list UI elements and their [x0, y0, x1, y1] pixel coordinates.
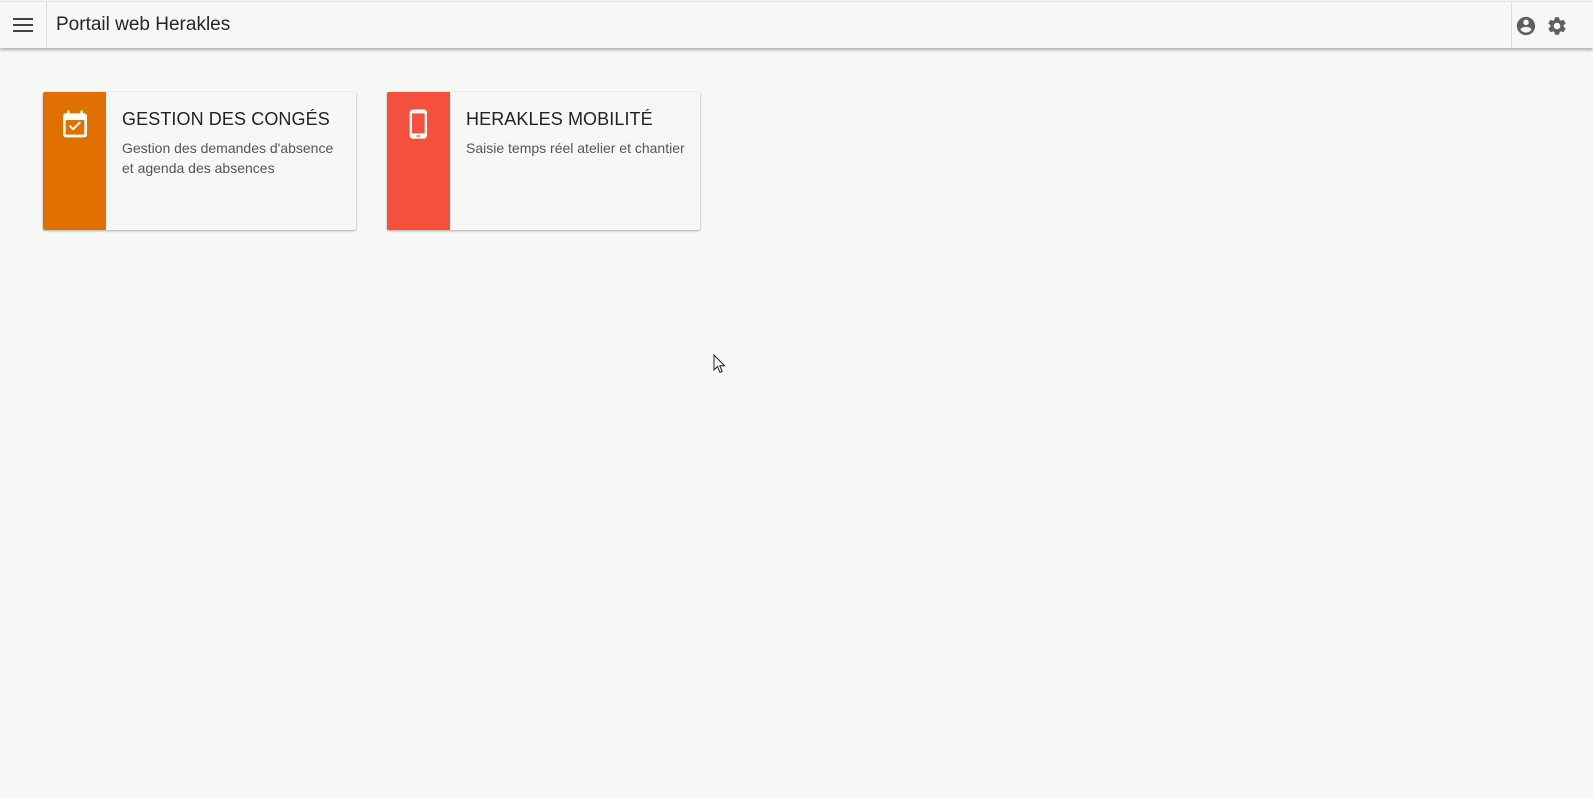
settings-button[interactable]	[1546, 15, 1568, 37]
tile-title: HERAKLES MOBILITÉ	[466, 109, 653, 129]
tile-title: GESTION DES CONGÉS	[122, 109, 330, 129]
gear-icon	[1548, 17, 1566, 35]
menu-button[interactable]	[0, 2, 47, 48]
tile-herakles-mobilite[interactable]: HERAKLES MOBILITÉ Saisie temps réel atel…	[387, 92, 700, 230]
mouse-cursor-icon	[713, 354, 726, 374]
menu-icon	[13, 18, 33, 32]
top-app-bar: Portail web Herakles	[0, 1, 1593, 48]
tile-color-band	[43, 92, 106, 230]
tile-description: Saisie temps réel atelier et chantier	[466, 140, 685, 156]
app-title: Portail web Herakles	[56, 14, 231, 35]
smartphone-icon	[409, 109, 427, 139]
account-circle-icon	[1516, 16, 1536, 36]
tile-description: Gestion des demandes d'absence et agenda…	[122, 140, 334, 176]
tile-gestion-des-conges[interactable]: GESTION DES CONGÉS Gestion des demandes …	[43, 92, 356, 230]
account-button[interactable]	[1515, 15, 1537, 37]
tile-color-band	[387, 92, 450, 230]
toolbar-divider	[1511, 2, 1512, 48]
calendar-check-icon	[63, 110, 87, 138]
